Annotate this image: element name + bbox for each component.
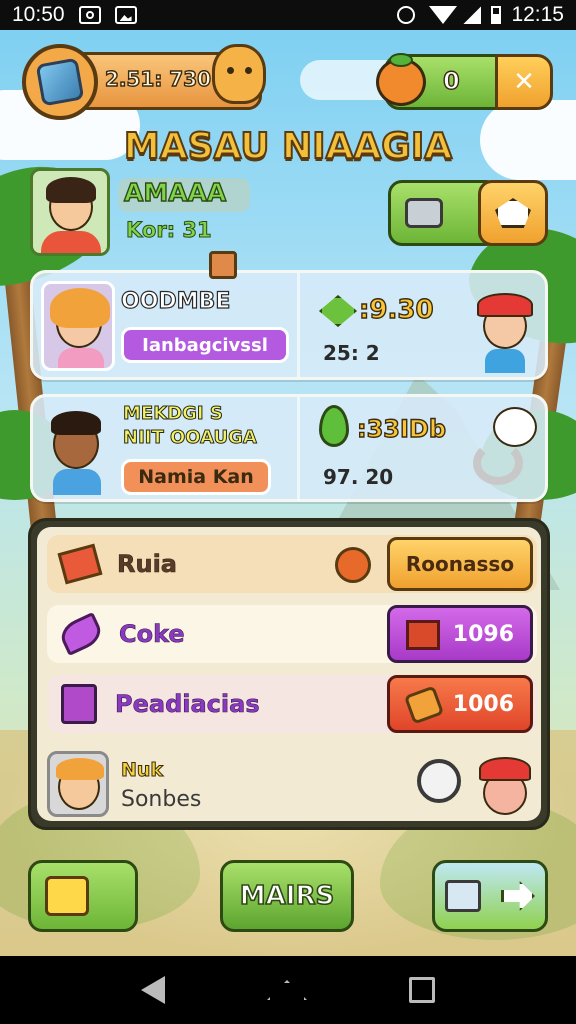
card1-tag-text: Ianbagcivssl — [142, 334, 268, 356]
inventory-button[interactable] — [28, 860, 138, 932]
status-time-left: 10:50 — [12, 3, 65, 26]
fruit-icon — [376, 53, 426, 106]
book-icon — [406, 620, 440, 650]
add-currency-button[interactable]: ✕ — [495, 54, 553, 110]
card2-title-line1: MEKDGI S — [123, 403, 224, 425]
next-button[interactable] — [432, 860, 548, 932]
row4-label-bottom: Sonbes — [121, 787, 202, 812]
main-button[interactable]: MAIRS — [220, 860, 354, 932]
card1-tag: Ianbagcivssl — [121, 327, 289, 363]
card2-pet — [473, 407, 543, 491]
row2-action-button[interactable]: 1096 — [387, 605, 533, 663]
gallery-icon — [78, 6, 101, 24]
row1-button-label: Roonasso — [405, 552, 515, 576]
back-icon[interactable] — [141, 976, 165, 1004]
star-icon — [495, 198, 531, 228]
arrow-right-icon — [501, 881, 535, 911]
row4-avatar — [47, 751, 109, 817]
bag-icon — [403, 685, 445, 725]
shop-list-panel: Ruia Roonasso Coke 1096 Peadiacias 1006 — [28, 518, 550, 830]
dice-icon — [35, 57, 85, 107]
row3-button-label: 1006 — [452, 691, 514, 717]
card2-value: :33IDb — [356, 414, 447, 443]
close-icon: ✕ — [513, 67, 535, 97]
card2-avatar — [41, 405, 115, 495]
row4-character — [477, 755, 533, 817]
player-name-plate: AMAAA — [118, 177, 250, 212]
status-time-right: 12:15 — [511, 3, 564, 26]
list-row-peadiacias[interactable]: Peadiacias 1006 — [47, 675, 537, 733]
key-icon — [56, 611, 106, 657]
gift-icon — [45, 876, 89, 916]
card2-tag-text: Namia Kan — [138, 466, 254, 488]
list-row-ruia[interactable]: Ruia Roonasso — [47, 535, 537, 593]
search-icon[interactable] — [417, 759, 461, 803]
card2-tag: Namia Kan — [121, 459, 271, 495]
score-text: 2.51: 730 — [104, 66, 212, 91]
favorite-button[interactable] — [478, 180, 548, 246]
row1-label: Ruia — [117, 550, 178, 579]
battery-icon — [491, 6, 502, 24]
main-button-label: MAIRS — [239, 880, 335, 912]
tag-icon — [57, 543, 103, 585]
card-avatar — [41, 281, 115, 371]
calendar-icon — [61, 684, 97, 724]
card1-character — [473, 293, 537, 373]
wifi-icon — [429, 6, 458, 24]
signal-icon — [463, 6, 482, 24]
row2-label: Coke — [119, 620, 185, 649]
row3-action-button[interactable]: 1006 — [387, 675, 533, 733]
row1-action-button[interactable]: Roonasso — [387, 537, 533, 591]
droplet-icon — [319, 405, 349, 447]
divider — [297, 397, 300, 501]
system-nav-bar — [0, 956, 576, 1024]
home-icon[interactable] — [267, 980, 307, 1000]
currency-value: 0 — [442, 66, 460, 95]
card1-value: :9.30 — [358, 294, 434, 325]
recents-icon[interactable] — [409, 977, 435, 1003]
mascot-icon — [212, 44, 266, 104]
game-title: MASAU NIAAGIA — [123, 125, 453, 168]
list-row-nuk[interactable]: Nuk Sonbes — [47, 745, 537, 819]
gem-icon — [319, 295, 357, 327]
row2-button-label: 1096 — [452, 621, 514, 647]
row4-label-top: Nuk — [120, 759, 164, 782]
alarm-icon — [397, 6, 416, 24]
level-badge[interactable] — [22, 44, 98, 120]
player-level: Kor: 31 — [126, 218, 213, 243]
card2-title-line2: NIIT OOAUGA — [123, 427, 258, 449]
card1-title: OODMBE — [120, 288, 231, 314]
player-card-2[interactable]: MEKDGI S NIIT OOAUGA Namia Kan :33IDb 97… — [30, 394, 548, 502]
card1-sub: 25: 2 — [323, 341, 380, 365]
card-icon — [445, 880, 481, 912]
player-name: AMAAA — [123, 177, 227, 207]
list-row-coke[interactable]: Coke 1096 — [47, 605, 537, 663]
orange-icon — [335, 547, 371, 583]
status-bar: 10:50 12:15 — [0, 0, 576, 30]
card2-sub: 97. 20 — [323, 465, 394, 489]
player-avatar[interactable] — [30, 168, 110, 256]
chest-icon — [209, 251, 237, 279]
message-icon — [405, 198, 443, 228]
row3-label: Peadiacias — [115, 690, 260, 719]
player-card-1[interactable]: OODMBE Ianbagcivssl :9.30 25: 2 — [30, 251, 548, 380]
game-scene: 2.51: 730 0 ✕ MASAU NIAAGIA AMAAA Kor: 3… — [0, 30, 576, 956]
photo-icon — [114, 6, 137, 24]
divider — [297, 273, 300, 377]
